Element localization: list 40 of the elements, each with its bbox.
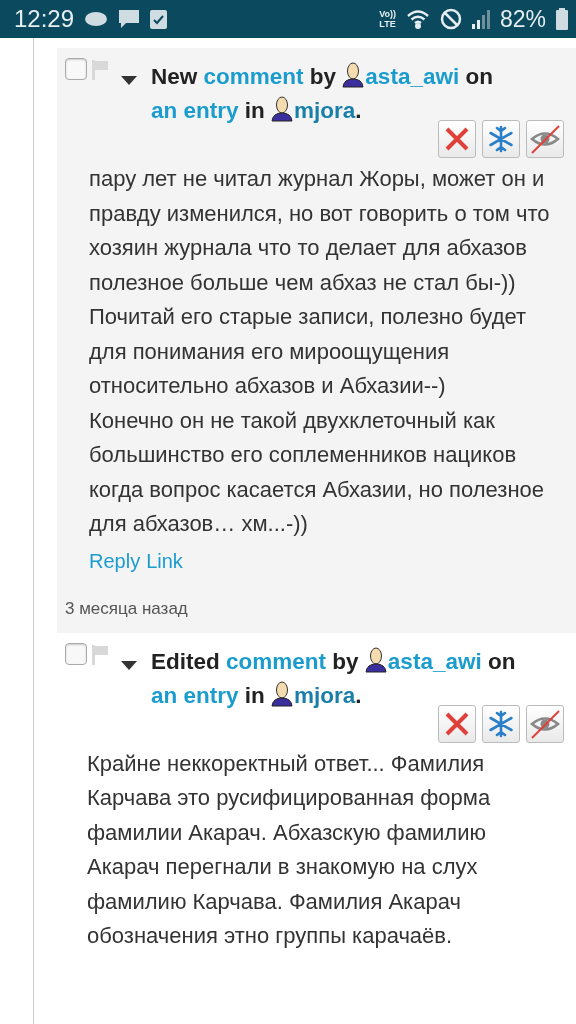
select-checkbox[interactable] — [65, 58, 87, 80]
freeze-button[interactable] — [482, 120, 520, 158]
permalink[interactable]: Link — [146, 549, 183, 573]
battery-percent: 82% — [499, 5, 546, 33]
user-icon — [271, 680, 294, 707]
delete-button[interactable] — [438, 704, 476, 743]
comment-link[interactable]: comment — [203, 64, 304, 89]
comment-header: New comment by asta_awi on an entry in mjora. — [151, 61, 494, 125]
journal-link[interactable]: mjora — [294, 98, 356, 123]
author-link[interactable]: asta_awi — [365, 64, 460, 89]
delete-button[interactable] — [438, 120, 476, 158]
reply-link[interactable]: Reply — [89, 549, 141, 573]
comment-text: пару лет не читал журнал Жоры, может он и правду изменился, но вот говорить о том что хозяин журнала что то делает для абхазов полезное больше чем абхаз не стал бы-)) Почитай его старые записи, полезно будет для понимания его мироощущения относительно абхазов и Абхазии--) — [89, 165, 551, 400]
battery-icon — [556, 8, 568, 30]
user-icon — [364, 646, 387, 673]
checkbox-icon — [150, 9, 168, 29]
volte-label: Vo)) — [379, 9, 396, 19]
author-link[interactable]: asta_awi — [387, 648, 482, 674]
timestamp: 3 месяца назад — [65, 597, 189, 620]
journal-link[interactable]: mjora — [294, 682, 356, 708]
comment-header: Edited comment by asta_awi on an entry in mjora. — [151, 645, 517, 710]
lte-label: LTE — [379, 19, 396, 29]
caret-icon[interactable] — [121, 76, 137, 86]
comment-text: Крайне неккоректный ответ... Фамилия Карчава это русифицированная форма фамилии Акарач. Абхазскую фамилию Акарач перегнали в знакомую на слух фамилию Карчава. Фамилия Акарач обозначения этно группы карачаёв. — [87, 749, 492, 950]
select-checkbox[interactable] — [65, 642, 87, 665]
comment-text: Конечно он не такой двухклеточный как большинство его соплеменников нациков когда вопрос касается Абхазии, но полезное для абхазов… хм...-)) — [89, 406, 546, 538]
entry-link[interactable]: an entry — [151, 682, 239, 708]
user-icon — [271, 96, 294, 122]
caret-icon[interactable] — [121, 660, 137, 671]
freeze-button[interactable] — [482, 704, 520, 743]
hide-button[interactable] — [526, 120, 564, 158]
user-icon — [342, 62, 365, 88]
comment-link[interactable]: comment — [226, 648, 327, 674]
wifi-icon — [405, 9, 430, 29]
do-not-disturb-icon — [439, 8, 462, 30]
entry-link[interactable]: an entry — [151, 98, 239, 123]
hide-button[interactable] — [526, 704, 564, 743]
message-icon — [118, 9, 141, 29]
clock: 12:29 — [14, 5, 75, 33]
signal-icon — [471, 9, 490, 29]
